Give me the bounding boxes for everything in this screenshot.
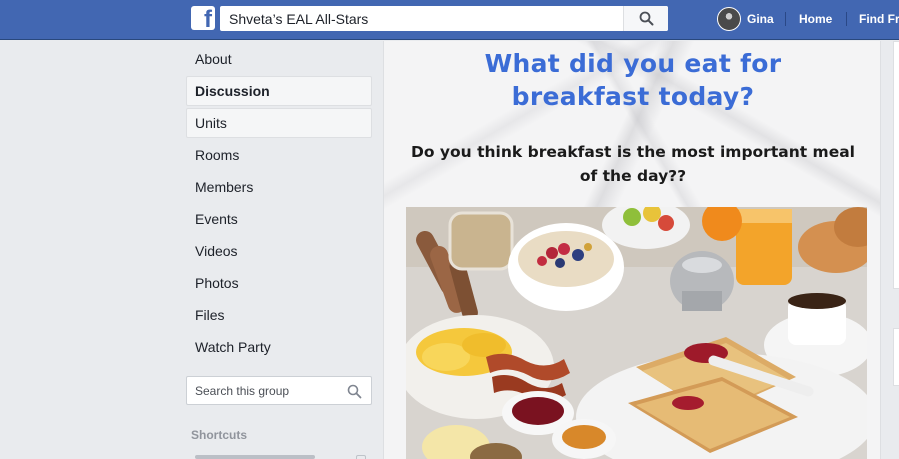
user-name: Gina xyxy=(747,12,774,26)
profile-link[interactable]: Gina xyxy=(717,7,774,31)
sidebar-item-events[interactable]: Events xyxy=(186,204,372,234)
shortcut-settings-icon[interactable] xyxy=(356,455,366,459)
search-icon xyxy=(639,11,654,26)
sidebar-item-discussion[interactable]: Discussion xyxy=(186,76,372,106)
sidebar-item-about[interactable]: About xyxy=(186,44,372,74)
facebook-logo-icon[interactable]: f xyxy=(191,6,215,33)
search-button[interactable] xyxy=(623,6,668,31)
nav-divider xyxy=(846,12,847,26)
shortcut-item-peek[interactable] xyxy=(195,455,315,459)
find-friends-link[interactable]: Find Fr xyxy=(859,12,899,26)
sidebar-item-watch-party[interactable]: Watch Party xyxy=(186,332,372,362)
headline-line-2: breakfast today? xyxy=(511,82,755,111)
group-search-placeholder: Search this group xyxy=(195,384,290,398)
right-column-card xyxy=(893,41,899,289)
shortcuts-heading: Shortcuts xyxy=(191,428,248,442)
post-image[interactable]: What did you eat for breakfast today? Do… xyxy=(383,41,881,459)
subheading-line-2: of the day?? xyxy=(579,167,687,185)
headline-line-1: What did you eat for xyxy=(484,49,782,78)
group-sidebar: About Discussion Units Rooms Members Eve… xyxy=(186,44,372,364)
sidebar-item-videos[interactable]: Videos xyxy=(186,236,372,266)
right-column-card xyxy=(893,328,899,386)
search-value: Shveta’s EAL All-Stars xyxy=(229,11,369,27)
top-navigation-bar: f Shveta’s EAL All-Stars Gina Home Find … xyxy=(0,0,899,40)
subheading-line-1: Do you think breakfast is the most impor… xyxy=(411,143,855,161)
breakfast-photo xyxy=(406,207,867,459)
breakfast-illustration xyxy=(406,207,867,459)
home-link[interactable]: Home xyxy=(799,12,832,26)
sidebar-item-units[interactable]: Units xyxy=(186,108,372,138)
sidebar-item-photos[interactable]: Photos xyxy=(186,268,372,298)
sidebar-item-rooms[interactable]: Rooms xyxy=(186,140,372,170)
post-subheading: Do you think breakfast is the most impor… xyxy=(384,140,880,188)
avatar xyxy=(717,7,741,31)
sidebar-item-members[interactable]: Members xyxy=(186,172,372,202)
facebook-logo-letter: f xyxy=(204,6,212,33)
nav-divider xyxy=(785,12,786,26)
post-headline: What did you eat for breakfast today? xyxy=(384,47,880,113)
group-search-input[interactable]: Search this group xyxy=(186,376,372,405)
sidebar-item-files[interactable]: Files xyxy=(186,300,372,330)
search-icon[interactable] xyxy=(347,384,362,399)
global-search-input[interactable]: Shveta’s EAL All-Stars xyxy=(220,6,668,31)
